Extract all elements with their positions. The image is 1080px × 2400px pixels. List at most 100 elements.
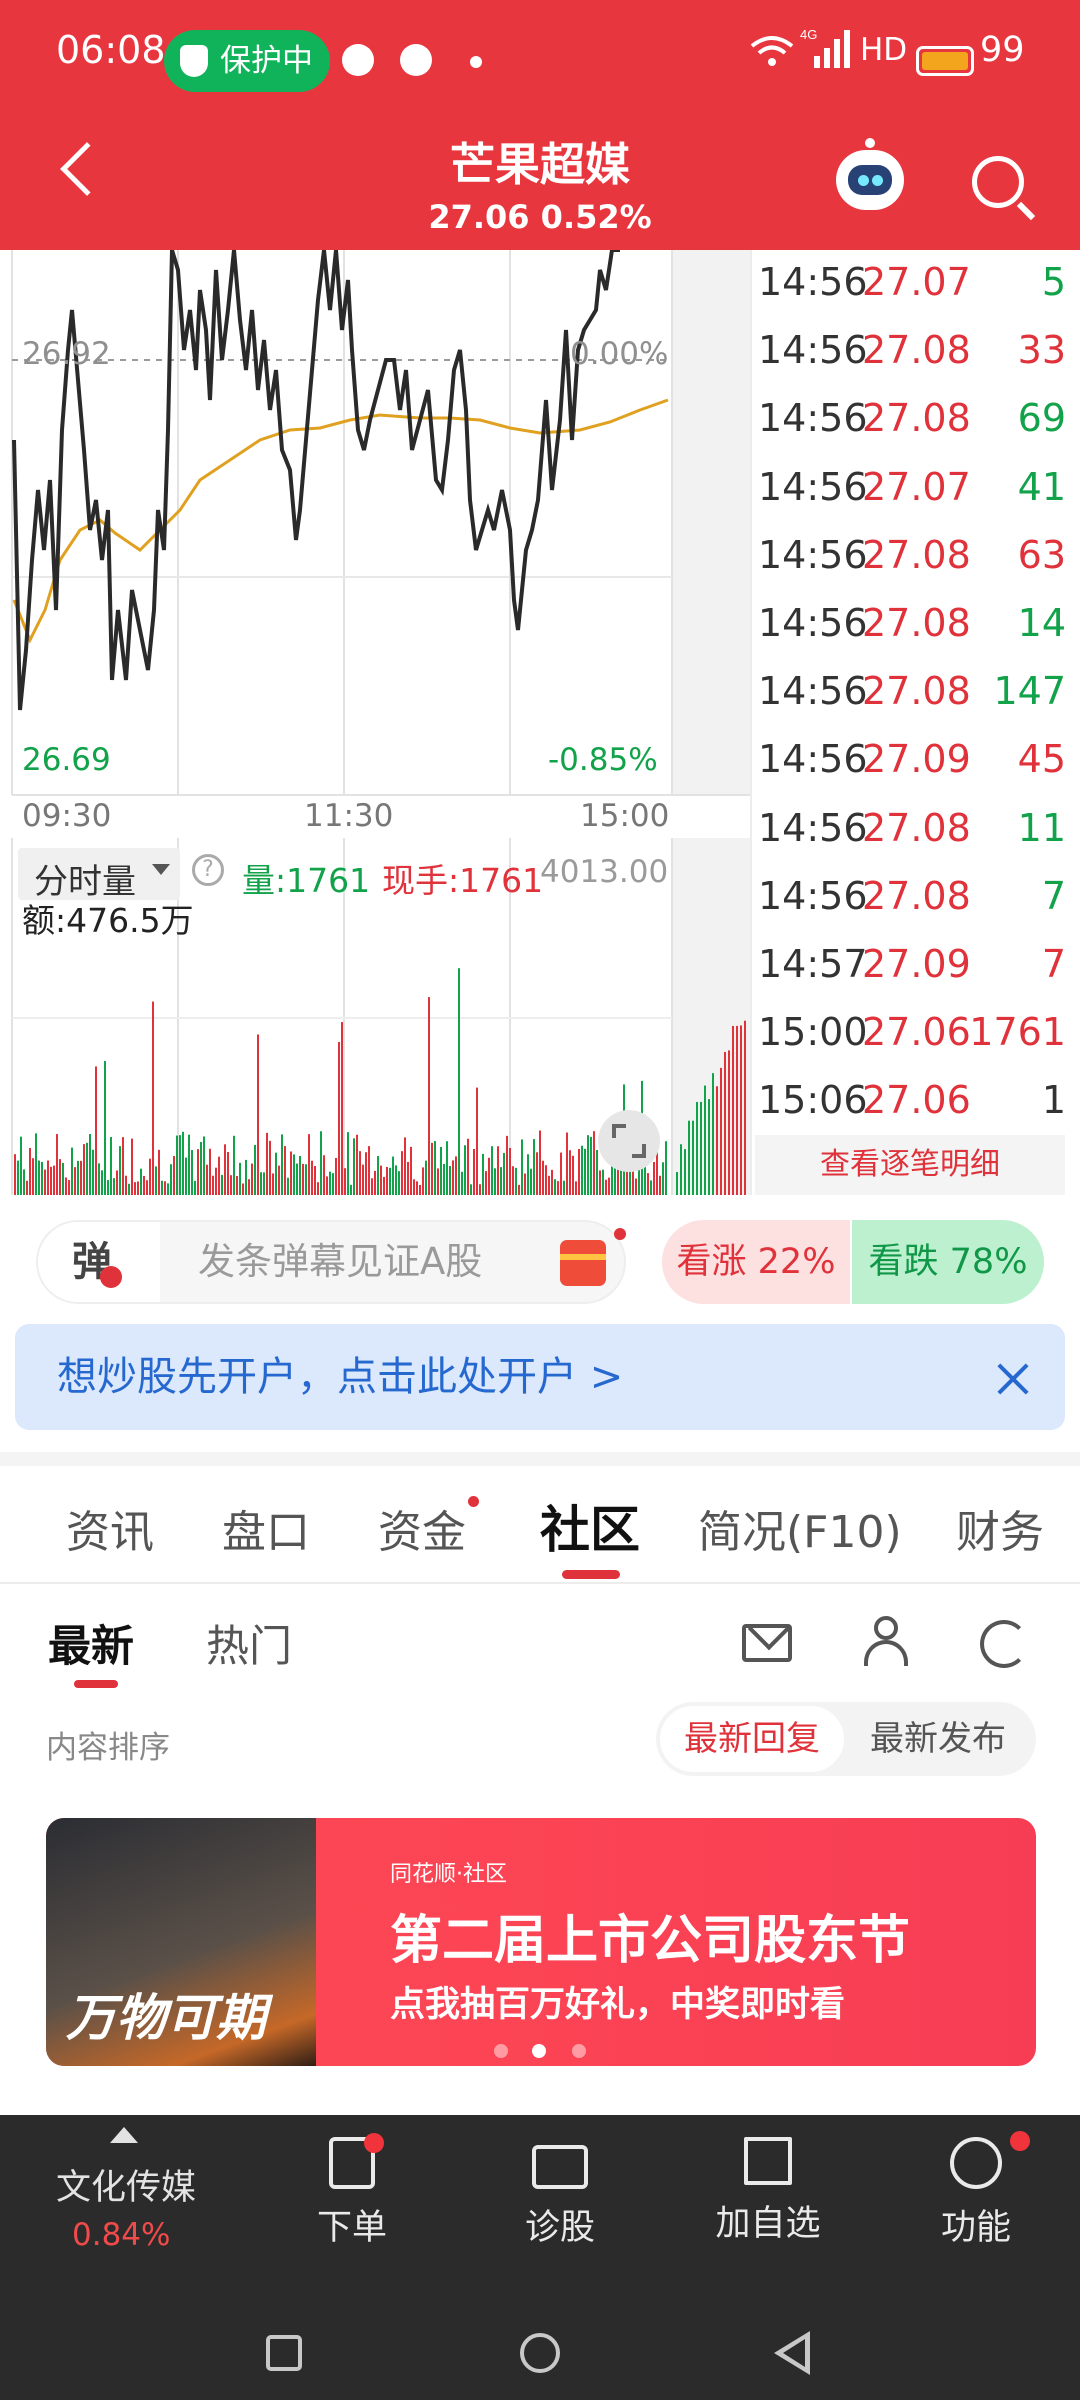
volume-bar [485, 1171, 487, 1195]
user-icon[interactable] [862, 1616, 910, 1666]
volume-bar [482, 1153, 484, 1195]
mail-icon[interactable] [742, 1624, 792, 1662]
volume-bar [164, 1181, 166, 1195]
diagnose-icon [532, 2145, 588, 2189]
volume-bar [455, 1156, 457, 1195]
trade-time: 14:56 [758, 873, 868, 918]
volume-bar [572, 1155, 574, 1195]
volume-bar [53, 1165, 55, 1195]
volume-bar [20, 1136, 22, 1195]
carousel-dot[interactable] [494, 2044, 508, 2058]
refresh-icon[interactable] [980, 1620, 1028, 1668]
volume-bar [257, 1034, 259, 1195]
volume-bar [293, 1154, 295, 1195]
trade-time: 15:00 [758, 1010, 868, 1055]
tab-community[interactable]: 社区 [540, 1490, 640, 1562]
volume-bar [71, 1147, 73, 1195]
volume-bar [212, 1175, 214, 1195]
volume-bar [95, 1066, 97, 1195]
danmu-toggle[interactable]: 弹 [38, 1222, 160, 1302]
subtab-latest[interactable]: 最新 [48, 1612, 134, 1674]
tab-funds[interactable]: 资金 [378, 1496, 466, 1560]
volume-bar [314, 1166, 316, 1195]
carousel-dot[interactable] [572, 2044, 586, 2058]
sort-latest-reply[interactable]: 最新回复 [660, 1706, 844, 1772]
volume-bar [146, 1180, 148, 1195]
volume-chart[interactable]: 分时量 ? 量:1761 现手:1761 4013.00 额:476.5万 [0, 838, 750, 1195]
notification-dot-icon [470, 56, 482, 68]
sector-name[interactable]: 文化传媒 [56, 2159, 196, 2210]
trade-volume: 7 [1041, 942, 1066, 986]
back-icon[interactable] [774, 2331, 810, 2375]
volume-bar [515, 1167, 517, 1195]
volume-bar [173, 1155, 175, 1195]
protect-badge[interactable]: 保护中 [164, 30, 330, 92]
volume-bar [101, 1170, 103, 1195]
protect-badge-label: 保护中 [220, 43, 313, 79]
trade-volume: 45 [1017, 737, 1066, 782]
volume-bar [38, 1160, 40, 1195]
trade-volume: 14 [1017, 601, 1066, 645]
home-icon[interactable] [520, 2333, 560, 2373]
robot-assistant-icon[interactable] [836, 138, 904, 210]
volume-bar [224, 1144, 226, 1195]
volume-bar [551, 1169, 553, 1195]
view-tick-details-link[interactable]: 查看逐笔明细 [755, 1135, 1065, 1195]
volume-bar [638, 1170, 640, 1195]
nav-diagnose[interactable]: 诊股 [490, 2137, 630, 2250]
stock-price-change: 27.06 0.52% [428, 198, 652, 236]
vote-fall-button[interactable]: 看跌 78% [852, 1220, 1044, 1304]
volume-bar [512, 1166, 514, 1195]
volume-bar [254, 1144, 256, 1195]
time-label-mid: 11:30 [304, 798, 394, 834]
volume-bar [284, 1146, 286, 1195]
volume-bar [140, 1168, 142, 1195]
help-icon[interactable]: ? [192, 854, 224, 886]
system-nav-bar [0, 2295, 1080, 2400]
trade-ticks-list[interactable]: 14:56 27.07 5 14:56 27.08 33 14:56 27.08 69 14:56… [750, 250, 1070, 1195]
open-account-banner[interactable]: 想炒股先开户，点击此处开户 > [15, 1324, 1065, 1430]
tab-news[interactable]: 资讯 [66, 1496, 154, 1560]
volume-bar [359, 1151, 361, 1195]
subtab-hot[interactable]: 热门 [206, 1612, 292, 1674]
search-icon[interactable] [972, 156, 1024, 208]
volume-bar [377, 1155, 379, 1195]
tab-finance[interactable]: 财务 [956, 1496, 1044, 1560]
nav-add-watchlist-label: 加自选 [715, 2204, 821, 2244]
volume-bar [326, 1176, 328, 1195]
volume-bar [296, 1163, 298, 1195]
danmu-input[interactable]: 发条弹幕见证A股 [198, 1222, 482, 1302]
trade-row: 14:56 27.08 69 [752, 386, 1072, 450]
nav-order[interactable]: 下单 [282, 2133, 422, 2250]
gift-icon[interactable] [560, 1240, 606, 1286]
tab-f10[interactable]: 简况(F10) [698, 1496, 902, 1560]
volume-bar [125, 1175, 127, 1195]
trade-row: 14:56 27.08 11 [752, 796, 1072, 860]
volume-bar [578, 1148, 580, 1195]
trade-row: 14:56 27.08 14 [752, 591, 1072, 655]
volume-bar [720, 1067, 722, 1195]
volume-bar [533, 1139, 535, 1195]
stock-name: 芒果超媒 [449, 138, 630, 191]
volume-bar [266, 1132, 268, 1195]
close-icon[interactable] [996, 1362, 1030, 1396]
volume-bar [626, 1167, 628, 1195]
danmu-bar[interactable]: 弹 发条弹幕见证A股 [36, 1220, 626, 1304]
trade-row: 14:56 27.08 147 [752, 659, 1072, 723]
promo-banner[interactable]: 万物可期 同花顺·社区 第二届上市公司股东节 点我抽百万好礼，中奖即时看 [46, 1818, 1036, 2066]
volume-bar [605, 1179, 607, 1195]
volume-bar [290, 1151, 292, 1195]
tab-orderbook[interactable]: 盘口 [222, 1496, 310, 1560]
carousel-dot-active[interactable] [532, 2044, 546, 2058]
volume-bar [680, 1144, 682, 1195]
status-time: 06:08 [56, 28, 166, 72]
volume-mode-select[interactable]: 分时量 [18, 848, 180, 902]
volume-bar [422, 1167, 424, 1195]
nav-functions[interactable]: 功能 [906, 2131, 1046, 2250]
sort-latest-post[interactable]: 最新发布 [846, 1706, 1030, 1772]
vote-rise-button[interactable]: 看涨 22% [662, 1220, 850, 1304]
promo-brand: 同花顺·社区 [390, 1862, 507, 1887]
nav-add-watchlist[interactable]: 加自选 [698, 2137, 838, 2246]
volume-bar [356, 1134, 358, 1195]
recent-apps-icon[interactable] [266, 2335, 302, 2371]
